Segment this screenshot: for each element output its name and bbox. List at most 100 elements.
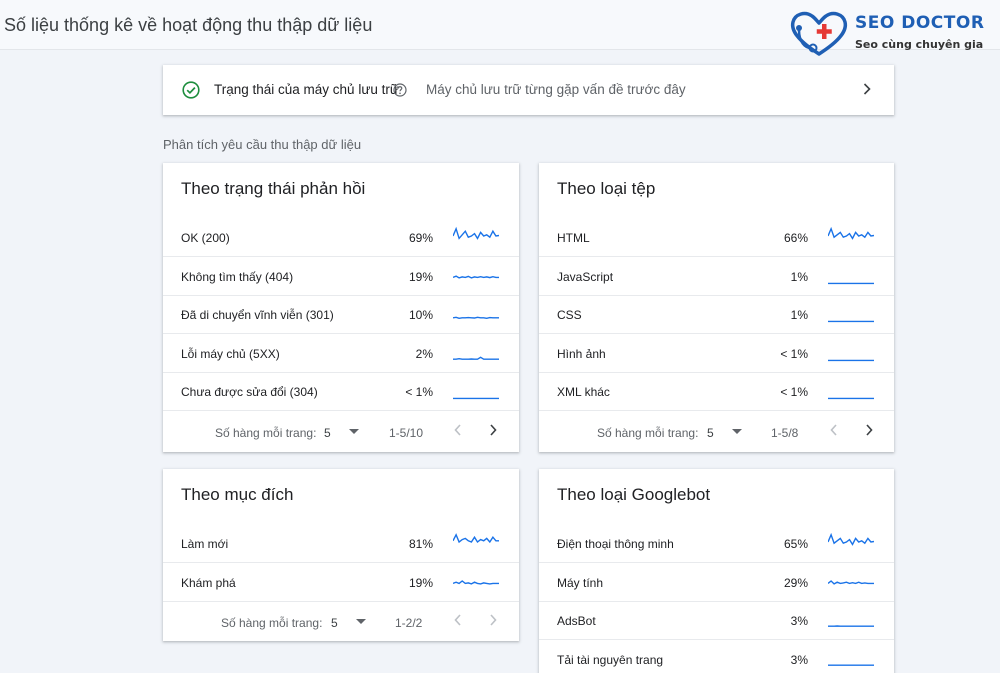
sparkline-chart (828, 532, 874, 546)
row-percentage: 3% (790, 614, 808, 628)
table-row[interactable]: Hình ảnh < 1% (539, 334, 894, 373)
seo-doctor-logo: SEO DOCTOR Seo cùng chuyên gia (787, 8, 987, 60)
row-percentage: 29% (783, 575, 808, 590)
sparkline-chart (453, 579, 499, 585)
table-row[interactable]: CSS 1% (539, 295, 894, 334)
card-title: Theo mục đích (181, 485, 294, 504)
chevron-right-icon[interactable] (488, 423, 498, 437)
host-status-description: Máy chủ lưu trữ từng gặp vấn đề trước đâ… (426, 82, 686, 97)
row-percentage: 3% (790, 652, 808, 667)
chevron-right-icon[interactable] (862, 82, 872, 96)
row-label: Không tìm thấy (404) (181, 269, 294, 284)
card-title: Theo loại Googlebot (557, 485, 711, 504)
row-label: Hình ảnh (557, 346, 606, 361)
row-percentage: 19% (408, 269, 433, 284)
sparkline-line (453, 579, 499, 585)
chevron-right-icon[interactable] (864, 423, 874, 437)
row-label: JavaScript (557, 269, 614, 284)
table-row[interactable]: Điện thoại thông minh 65% (539, 524, 894, 563)
row-percentage: < 1% (780, 385, 808, 399)
row-label: Khám phá (181, 575, 236, 590)
sparkline-line (828, 579, 874, 585)
table-row[interactable]: HTML 66% (539, 218, 894, 257)
row-percentage: 1% (790, 269, 808, 284)
sparkline-chart (453, 355, 499, 360)
help-icon[interactable] (393, 83, 407, 97)
sparkline-line (453, 355, 499, 360)
row-percentage: 19% (408, 575, 433, 590)
row-percentage: < 1% (405, 385, 433, 399)
sparkline-chart (828, 320, 874, 323)
card-title: Theo trạng thái phản hồi (181, 179, 366, 198)
dropdown-arrow-icon[interactable] (349, 428, 359, 434)
rows-per-page-label: Số hàng mỗi trang: (221, 616, 323, 630)
row-percentage: 10% (408, 308, 433, 322)
table-row[interactable]: AdsBot 3% (539, 601, 894, 640)
row-label: Lỗi máy chủ (5XX) (181, 346, 280, 361)
heart-stethoscope-icon (790, 11, 848, 56)
row-percentage: < 1% (780, 346, 808, 361)
row-label: OK (200) (181, 231, 230, 245)
pagination: Số hàng mỗi trang: 5 1-5/8 (539, 411, 894, 453)
page-range: 1-5/8 (771, 425, 799, 440)
row-label: AdsBot (557, 614, 596, 628)
sparkline-line (828, 532, 874, 546)
sparkline-chart (828, 579, 874, 585)
sparkline-chart (453, 274, 499, 279)
logo-name: SEO DOCTOR (855, 13, 985, 33)
row-percentage: 81% (408, 537, 433, 551)
host-status-card[interactable]: Trạng thái của máy chủ lưu trữ Máy chủ l… (163, 65, 894, 115)
rows-per-page-label: Số hàng mỗi trang: (215, 425, 317, 440)
check-circle-icon (182, 81, 200, 99)
table-row[interactable]: Tải tài nguyên trang 3% (539, 640, 894, 673)
row-label: Tải tài nguyên trang (557, 652, 664, 667)
table-row[interactable]: OK (200) 69% (163, 218, 519, 257)
sparkline-line (453, 316, 499, 320)
rows-per-page-select[interactable]: 5 (707, 426, 714, 440)
sparkline-chart (828, 625, 874, 627)
table-row[interactable]: Chưa được sửa đổi (304) < 1% (163, 372, 519, 411)
card-title: Theo loại tệp (557, 179, 656, 198)
table-row[interactable]: Đã di chuyển vĩnh viễn (301) 10% (163, 295, 519, 334)
pagination: Số hàng mỗi trang: 5 1-2/2 (163, 601, 519, 643)
page-range: 1-5/10 (389, 425, 424, 440)
chevron-right-icon[interactable] (488, 613, 498, 627)
row-label: Máy tính (557, 575, 604, 590)
table-row[interactable]: JavaScript 1% (539, 257, 894, 296)
table-row[interactable]: Máy tính 29% (539, 563, 894, 602)
card-by-googlebot-type: Theo loại Googlebot Điện thoại thông min… (539, 469, 894, 673)
sparkline-chart (828, 282, 874, 284)
sparkline-chart (453, 226, 499, 240)
dropdown-arrow-icon[interactable] (356, 619, 366, 624)
section-label: Phân tích yêu cầu thu thập dữ liệu (163, 137, 362, 152)
sparkline-chart (828, 359, 874, 361)
card-by-purpose: Theo mục đích Làm mới 81% Khám phá 19% Số hà… (163, 469, 519, 641)
row-label: Điện thoại thông minh (557, 537, 674, 551)
row-label: Đã di chuyển vĩnh viễn (301) (181, 308, 334, 322)
sparkline-chart (453, 316, 499, 320)
sparkline-chart (453, 397, 499, 400)
table-row[interactable]: Khám phá 19% (163, 563, 519, 602)
sparkline-line (828, 226, 874, 240)
rows-per-page-select[interactable]: 5 (324, 426, 331, 440)
table-row[interactable]: Làm mới 81% (163, 524, 519, 563)
row-label: Chưa được sửa đổi (304) (181, 385, 318, 399)
card-by-file-type: Theo loại tệp HTML 66% JavaScript 1% CSS 1% Hì… (539, 163, 894, 452)
chevron-left-icon[interactable] (453, 423, 463, 437)
row-percentage: 69% (408, 231, 433, 245)
page-title: Số liệu thống kê về hoạt động thu thập d… (4, 15, 373, 35)
row-label: CSS (557, 308, 582, 322)
table-row[interactable]: Lỗi máy chủ (5XX) 2% (163, 334, 519, 373)
row-label: HTML (557, 231, 590, 245)
dropdown-arrow-icon[interactable] (732, 428, 742, 434)
chevron-left-icon[interactable] (829, 423, 839, 437)
card-by-response: Theo trạng thái phản hồi OK (200) 69% Khôn… (163, 163, 519, 452)
table-row[interactable]: XML khác < 1% (539, 372, 894, 411)
host-status-label: Trạng thái của máy chủ lưu trữ (214, 82, 399, 97)
row-label: Làm mới (181, 537, 229, 551)
rows-per-page-select[interactable]: 5 (331, 616, 338, 630)
row-percentage: 65% (783, 537, 808, 551)
chevron-left-icon[interactable] (453, 613, 463, 627)
table-row[interactable]: Không tìm thấy (404) 19% (163, 257, 519, 296)
sparkline-chart (828, 226, 874, 240)
